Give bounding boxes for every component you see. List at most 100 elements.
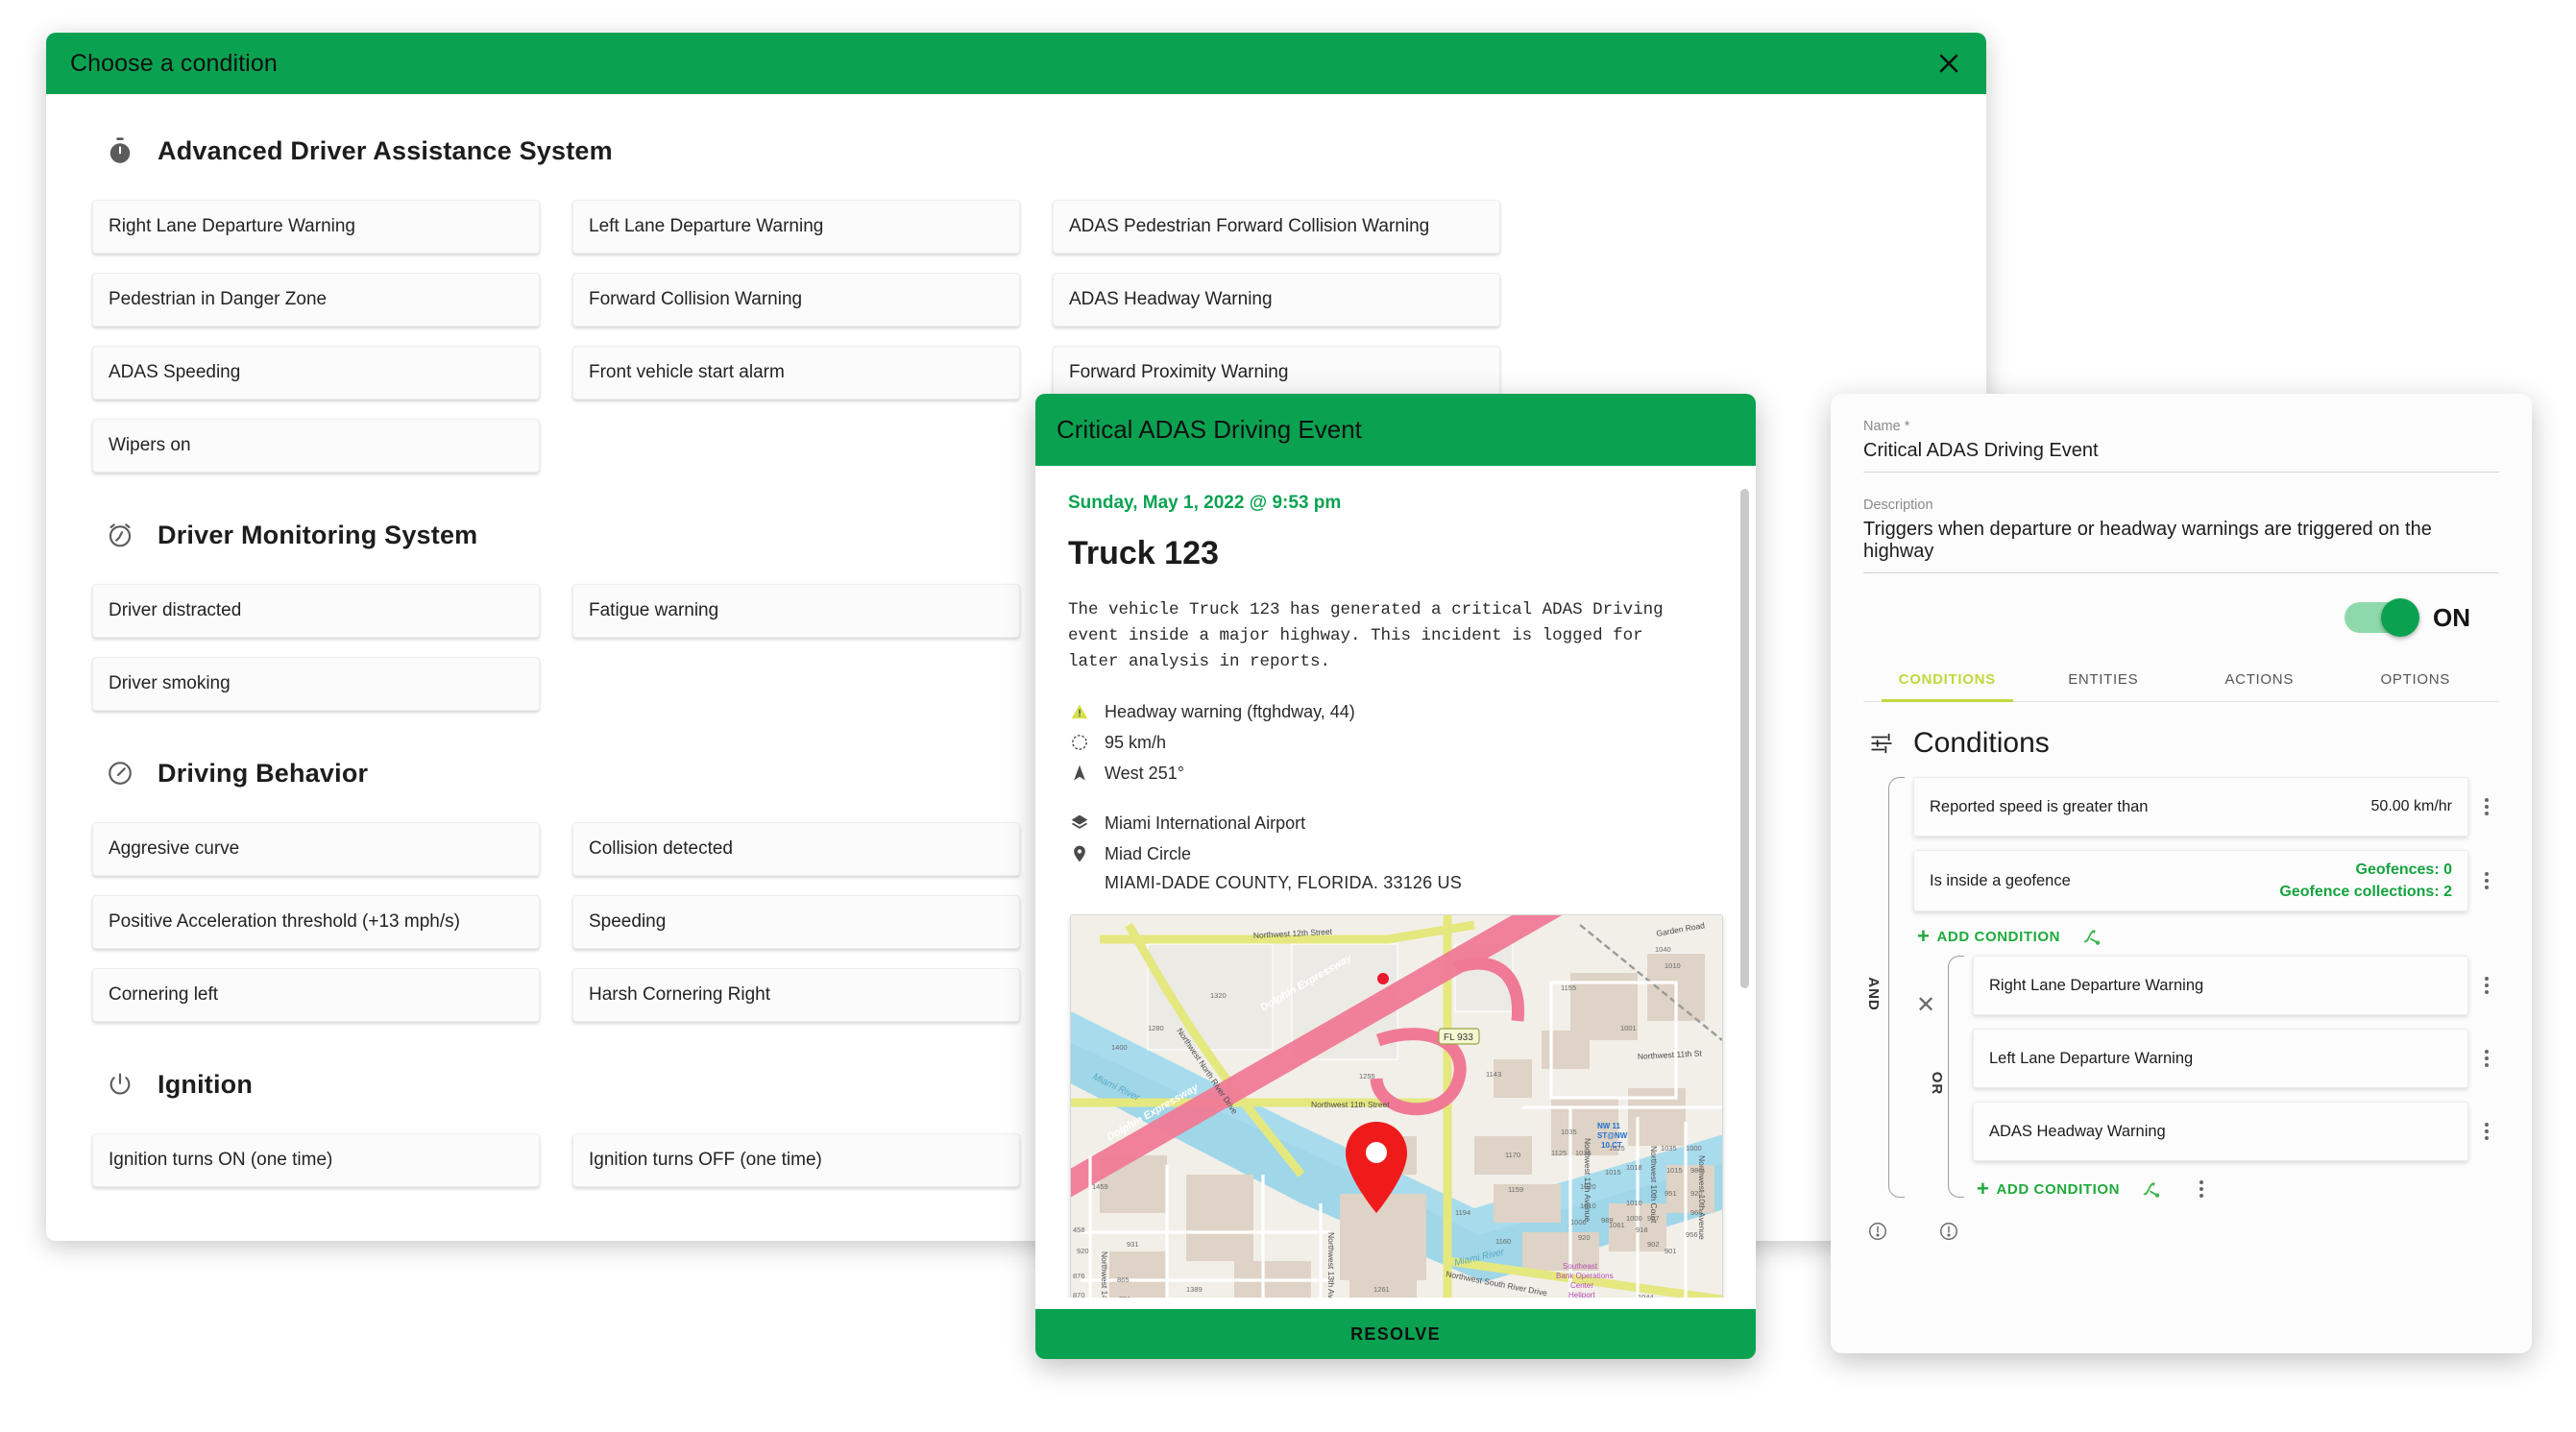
event-detail-row: 95 km/h [1068,731,1723,754]
stopwatch-icon [104,134,136,167]
svg-text:Northwest 14th Court: Northwest 14th Court [1100,1251,1109,1298]
condition-chip[interactable]: Collision detected [572,822,1020,876]
svg-text:Northwest 10th Court: Northwest 10th Court [1649,1146,1659,1224]
condition-chip[interactable]: Wipers on [92,419,540,473]
tab-actions[interactable]: ACTIONS [2181,660,2338,701]
add-condition-row: + ADD CONDITION [1977,1175,2499,1203]
condition-chip[interactable]: Forward Proximity Warning [1053,346,1500,400]
svg-text:951: 951 [1665,1189,1677,1198]
svg-text:1000: 1000 [1626,1214,1642,1223]
sliders-icon [1867,729,1896,758]
name-field[interactable]: Name * Critical ADAS Driving Event [1863,419,2499,473]
svg-text:1035: 1035 [1661,1144,1677,1153]
svg-text:1020: 1020 [1580,1182,1596,1191]
or-group: OR Right Lane Departure Warning Left Lan… [1929,956,2499,1211]
condition-row: ADAS Headway Warning [1973,1102,2499,1162]
svg-text:920: 920 [1077,1247,1089,1255]
condition-chip[interactable]: Pedestrian in Danger Zone [92,273,540,327]
section-title: Ignition [158,1069,254,1099]
svg-text:980: 980 [1690,1166,1703,1175]
svg-text:1006: 1006 [1570,1218,1587,1226]
enable-toggle-row: ON [1863,598,2499,637]
close-icon[interactable] [1932,47,1965,80]
conditions-header: Conditions [1867,727,2499,760]
tab-entities[interactable]: ENTITIES [2026,660,2182,701]
condition-chip[interactable]: Aggresive curve [92,822,540,876]
kebab-menu-icon[interactable] [2474,1117,2499,1146]
svg-text:1159: 1159 [1508,1185,1523,1194]
event-location-row: Miad Circle [1068,842,1723,865]
svg-text:901: 901 [1665,1247,1677,1255]
remove-group-icon[interactable]: ✕ [1913,994,1938,1017]
warning-circle-icon[interactable] [1938,1221,1961,1244]
condition-inside-geofence[interactable]: Is inside a geofence Geofences: 0 Geofen… [1913,850,2468,912]
condition-reported-speed[interactable]: Reported speed is greater than 50.00 km/… [1913,777,2468,837]
condition-chip[interactable]: ADAS Headway Warning [1053,273,1500,327]
condition-row: Reported speed is greater than 50.00 km/… [1913,777,2499,837]
geofence-collections-count: Geofence collections: 2 [2279,884,2452,901]
condition-chip[interactable]: Driver distracted [92,584,540,638]
condition-row: Right Lane Departure Warning [1973,956,2499,1016]
condition-chip[interactable]: Ignition turns OFF (one time) [572,1133,1020,1187]
condition-chip[interactable]: Speeding [572,895,1020,949]
svg-text:1040: 1040 [1655,945,1671,954]
condition-chip[interactable]: Driver smoking [92,657,540,711]
tab-conditions[interactable]: CONDITIONS [1869,660,2026,702]
svg-text:1010: 1010 [1580,1201,1596,1210]
name-value[interactable]: Critical ADAS Driving Event [1863,440,2499,473]
kebab-menu-icon[interactable] [2474,1044,2499,1073]
condition-value: Geofences: 0 Geofence collections: 2 [2279,859,2452,903]
condition-chip[interactable]: Fatigue warning [572,584,1020,638]
condition-chip[interactable]: Right Lane Departure Warning [92,200,540,254]
resolve-button[interactable]: RESOLVE [1035,1309,1756,1359]
condition-chip[interactable]: Cornering left [92,968,540,1022]
description-field[interactable]: Description Triggers when departure or h… [1863,498,2499,573]
condition-chip[interactable]: ADAS Pedestrian Forward Collision Warnin… [1053,200,1500,254]
conditions-title: Conditions [1913,727,2050,759]
geofences-count: Geofences: 0 [2355,862,2452,878]
svg-text:1255: 1255 [1359,1072,1375,1080]
svg-text:1036: 1036 [1575,1149,1592,1157]
condition-chip[interactable]: Harsh Cornering Right [572,968,1020,1022]
add-condition-button[interactable]: + ADD CONDITION [1977,1178,2120,1200]
screen: Choose a condition Advanced Driver Assis… [0,0,2576,1432]
add-condition-button[interactable]: + ADD CONDITION [1917,926,2060,947]
toggle-knob [2381,598,2419,637]
section-title: Advanced Driver Assistance System [158,135,613,165]
navigation-arrow-icon [1068,762,1091,785]
kebab-menu-icon[interactable] [2474,866,2499,895]
svg-text:ST@NW: ST@NW [1597,1131,1628,1140]
enable-toggle[interactable] [2345,598,2419,637]
svg-text:FL 933: FL 933 [1444,1032,1473,1043]
svg-text:1001: 1001 [1620,1024,1637,1032]
condition-left-lane-departure[interactable]: Left Lane Departure Warning [1973,1029,2468,1089]
svg-text:1018: 1018 [1626,1163,1642,1172]
event-map[interactable]: Northwest 12th Street Northwest 11th Str… [1070,914,1723,1298]
branch-icon[interactable] [2141,1177,2164,1201]
condition-right-lane-departure[interactable]: Right Lane Departure Warning [1973,956,2468,1016]
kebab-menu-icon[interactable] [2474,792,2499,821]
dialog-header: Choose a condition [46,33,1986,94]
event-scrollbar[interactable] [1740,489,1749,988]
and-operator-label: AND [1865,977,1882,1011]
description-value[interactable]: Triggers when departure or headway warni… [1863,519,2499,573]
speedometer-icon [1068,731,1091,754]
condition-chip[interactable]: Left Lane Departure Warning [572,200,1020,254]
event-detail-row: Headway warning (ftghdway, 44) [1068,700,1723,723]
condition-chip[interactable]: ADAS Speeding [92,346,540,400]
condition-adas-headway[interactable]: ADAS Headway Warning [1973,1102,2468,1162]
add-condition-label: ADD CONDITION [1936,928,2061,945]
svg-text:NW 11: NW 11 [1597,1122,1621,1130]
condition-chip[interactable]: Forward Collision Warning [572,273,1020,327]
condition-chip[interactable]: Positive Acceleration threshold (+13 mph… [92,895,540,949]
kebab-menu-icon[interactable] [2474,971,2499,1000]
kebab-menu-icon[interactable] [2189,1175,2214,1203]
branch-icon[interactable] [2081,925,2104,948]
tab-options[interactable]: OPTIONS [2338,660,2494,701]
warning-circle-icon[interactable] [1867,1221,1890,1244]
condition-row: Left Lane Departure Warning [1973,1029,2499,1089]
condition-chip[interactable]: Ignition turns ON (one time) [92,1133,540,1187]
condition-chip[interactable]: Front vehicle start alarm [572,346,1020,400]
svg-text:960: 960 [1690,1208,1703,1217]
